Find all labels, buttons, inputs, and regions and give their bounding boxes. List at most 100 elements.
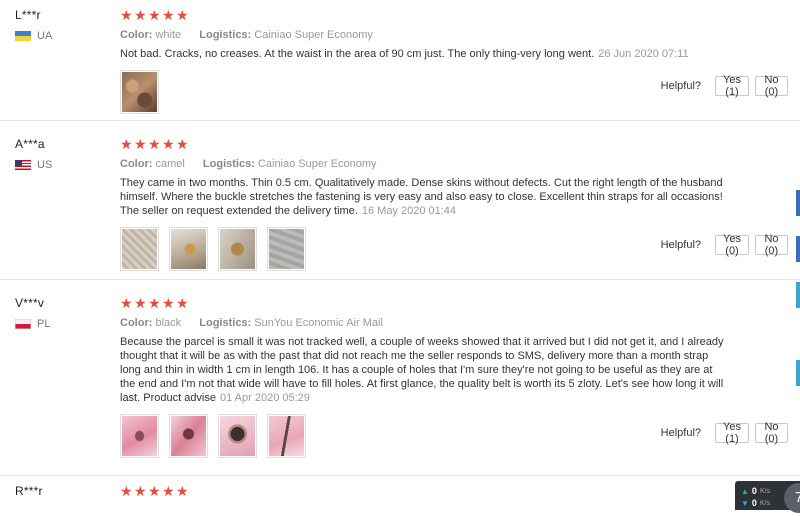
review-photo-thumbnail[interactable] <box>120 227 159 271</box>
helpful-no-button[interactable]: No (0) <box>755 74 788 98</box>
star-icon: ★ <box>176 136 189 152</box>
side-panel-tab[interactable] <box>796 282 800 308</box>
review-body: ★ ★ ★ ★ ★ Color: black Logistics: SunYou Eco… <box>120 296 730 458</box>
upload-unit: K/s <box>759 487 771 495</box>
star-icon: ★ <box>134 7 147 23</box>
star-icon: ★ <box>134 483 147 499</box>
download-unit: K/s <box>759 499 771 507</box>
review-photos <box>120 414 730 458</box>
review-meta: Color: white Logistics: Cainiao Super Ec… <box>120 29 730 41</box>
color-label: Color: <box>120 158 153 170</box>
helpful-yes-button[interactable]: Yes (0) <box>715 233 749 257</box>
reviewer-name: L***r <box>15 8 41 22</box>
star-icon: ★ <box>162 483 175 499</box>
reviewer-name: A***a <box>15 137 45 151</box>
download-arrow-icon: ▼ <box>741 498 749 508</box>
review-photo-thumbnail[interactable] <box>218 414 257 458</box>
color-label: Color: <box>120 29 153 41</box>
star-rating: ★ ★ ★ ★ ★ <box>120 484 730 500</box>
review-photos <box>120 227 730 271</box>
review-photo-thumbnail[interactable] <box>169 227 208 271</box>
star-icon: ★ <box>176 483 189 499</box>
helpful-yes-button[interactable]: Yes (1) <box>715 74 749 98</box>
star-icon: ★ <box>120 7 133 23</box>
star-icon: ★ <box>120 483 133 499</box>
review-item: A***a US ★ ★ ★ ★ ★ Color: camel Logistics: C… <box>0 129 800 280</box>
united-states-flag-icon <box>15 160 31 170</box>
helpful-section: Helpful? Yes (1) No (0) <box>660 74 788 98</box>
helpful-no-button[interactable]: No (0) <box>755 233 788 257</box>
download-speed: ▼ 0 K/s <box>741 498 770 508</box>
side-panel-tab[interactable] <box>796 236 800 262</box>
star-icon: ★ <box>148 483 161 499</box>
review-meta: Color: black Logistics: SunYou Economic … <box>120 317 730 329</box>
review-text-content: Not bad. Cracks, no creases. At the wais… <box>120 48 595 60</box>
logistics-value: Cainiao Super Economy <box>257 158 377 170</box>
review-date: 01 Apr 2020 05:29 <box>220 392 310 404</box>
star-rating: ★ ★ ★ ★ ★ <box>120 137 730 153</box>
review-photo-thumbnail[interactable] <box>267 414 306 458</box>
helpful-label: Helpful? <box>660 427 701 439</box>
country-code: UA <box>37 30 53 42</box>
review-photo-thumbnail[interactable] <box>120 70 159 114</box>
star-icon: ★ <box>120 295 133 311</box>
review-photo-thumbnail[interactable] <box>267 227 306 271</box>
star-icon: ★ <box>148 136 161 152</box>
review-text: Because the parcel is small it was not t… <box>120 335 730 405</box>
star-icon: ★ <box>148 7 161 23</box>
reviewer-info: L***r UA <box>15 8 52 42</box>
reviewer-country: US <box>15 159 52 171</box>
review-body: ★ ★ ★ ★ ★ <box>120 484 730 500</box>
review-photos <box>120 70 730 114</box>
reviewer-name: V***v <box>15 296 45 310</box>
poland-flag-icon <box>15 319 31 329</box>
helpful-yes-button[interactable]: Yes (1) <box>715 421 749 445</box>
star-icon: ★ <box>162 7 175 23</box>
download-value: 0 <box>751 498 757 508</box>
star-icon: ★ <box>120 136 133 152</box>
upload-value: 0 <box>751 486 757 496</box>
review-body: ★ ★ ★ ★ ★ Color: camel Logistics: Cainiao Su… <box>120 137 730 271</box>
star-icon: ★ <box>134 295 147 311</box>
star-rating: ★ ★ ★ ★ ★ <box>120 8 730 24</box>
ukraine-flag-icon <box>15 31 31 41</box>
review-photo-thumbnail[interactable] <box>218 227 257 271</box>
star-icon: ★ <box>148 295 161 311</box>
star-rating: ★ ★ ★ ★ ★ <box>120 296 730 312</box>
review-meta: Color: camel Logistics: Cainiao Super Ec… <box>120 158 730 170</box>
review-photo-thumbnail[interactable] <box>169 414 208 458</box>
review-text: Not bad. Cracks, no creases. At the wais… <box>120 47 730 61</box>
color-value: black <box>155 317 182 329</box>
review-photo-thumbnail[interactable] <box>120 414 159 458</box>
review-text: They came in two months. Thin 0.5 cm. Qu… <box>120 176 730 218</box>
reviewer-country: PL <box>15 318 50 330</box>
side-panel-tab[interactable] <box>796 360 800 386</box>
reviewer-info: V***v PL <box>15 296 50 330</box>
review-text-content: Because the parcel is small it was not t… <box>120 336 724 404</box>
review-date: 16 May 2020 01:44 <box>361 205 457 217</box>
review-item: V***v PL ★ ★ ★ ★ ★ Color: black Logistics: S… <box>0 288 800 476</box>
star-icon: ★ <box>176 295 189 311</box>
logistics-label: Logistics: <box>199 29 252 41</box>
logistics-label: Logistics: <box>199 317 252 329</box>
star-icon: ★ <box>162 295 175 311</box>
upload-arrow-icon: ▲ <box>741 486 749 496</box>
helpful-section: Helpful? Yes (1) No (0) <box>660 421 788 445</box>
side-panel-tab[interactable] <box>796 190 800 216</box>
star-icon: ★ <box>176 7 189 23</box>
helpful-section: Helpful? Yes (0) No (0) <box>660 233 788 257</box>
star-icon: ★ <box>162 136 175 152</box>
review-item: L***r UA ★ ★ ★ ★ ★ Color: white Logistics: C… <box>0 0 800 121</box>
helpful-label: Helpful? <box>660 80 701 92</box>
star-icon: ★ <box>134 136 147 152</box>
color-value: camel <box>155 158 185 170</box>
reviewer-info: R***r <box>15 484 43 498</box>
review-body: ★ ★ ★ ★ ★ Color: white Logistics: Cainiao Su… <box>120 8 730 114</box>
helpful-label: Helpful? <box>660 239 701 251</box>
helpful-no-button[interactable]: No (0) <box>755 421 788 445</box>
network-speed-widget[interactable]: ▲ 0 K/s ▼ 0 K/s 7 <box>735 481 800 513</box>
review-item: R***r ★ ★ ★ ★ ★ <box>0 476 800 516</box>
widget-badge[interactable]: 7 <box>784 483 800 513</box>
logistics-value: Cainiao Super Economy <box>254 29 373 41</box>
color-value: white <box>155 29 182 41</box>
